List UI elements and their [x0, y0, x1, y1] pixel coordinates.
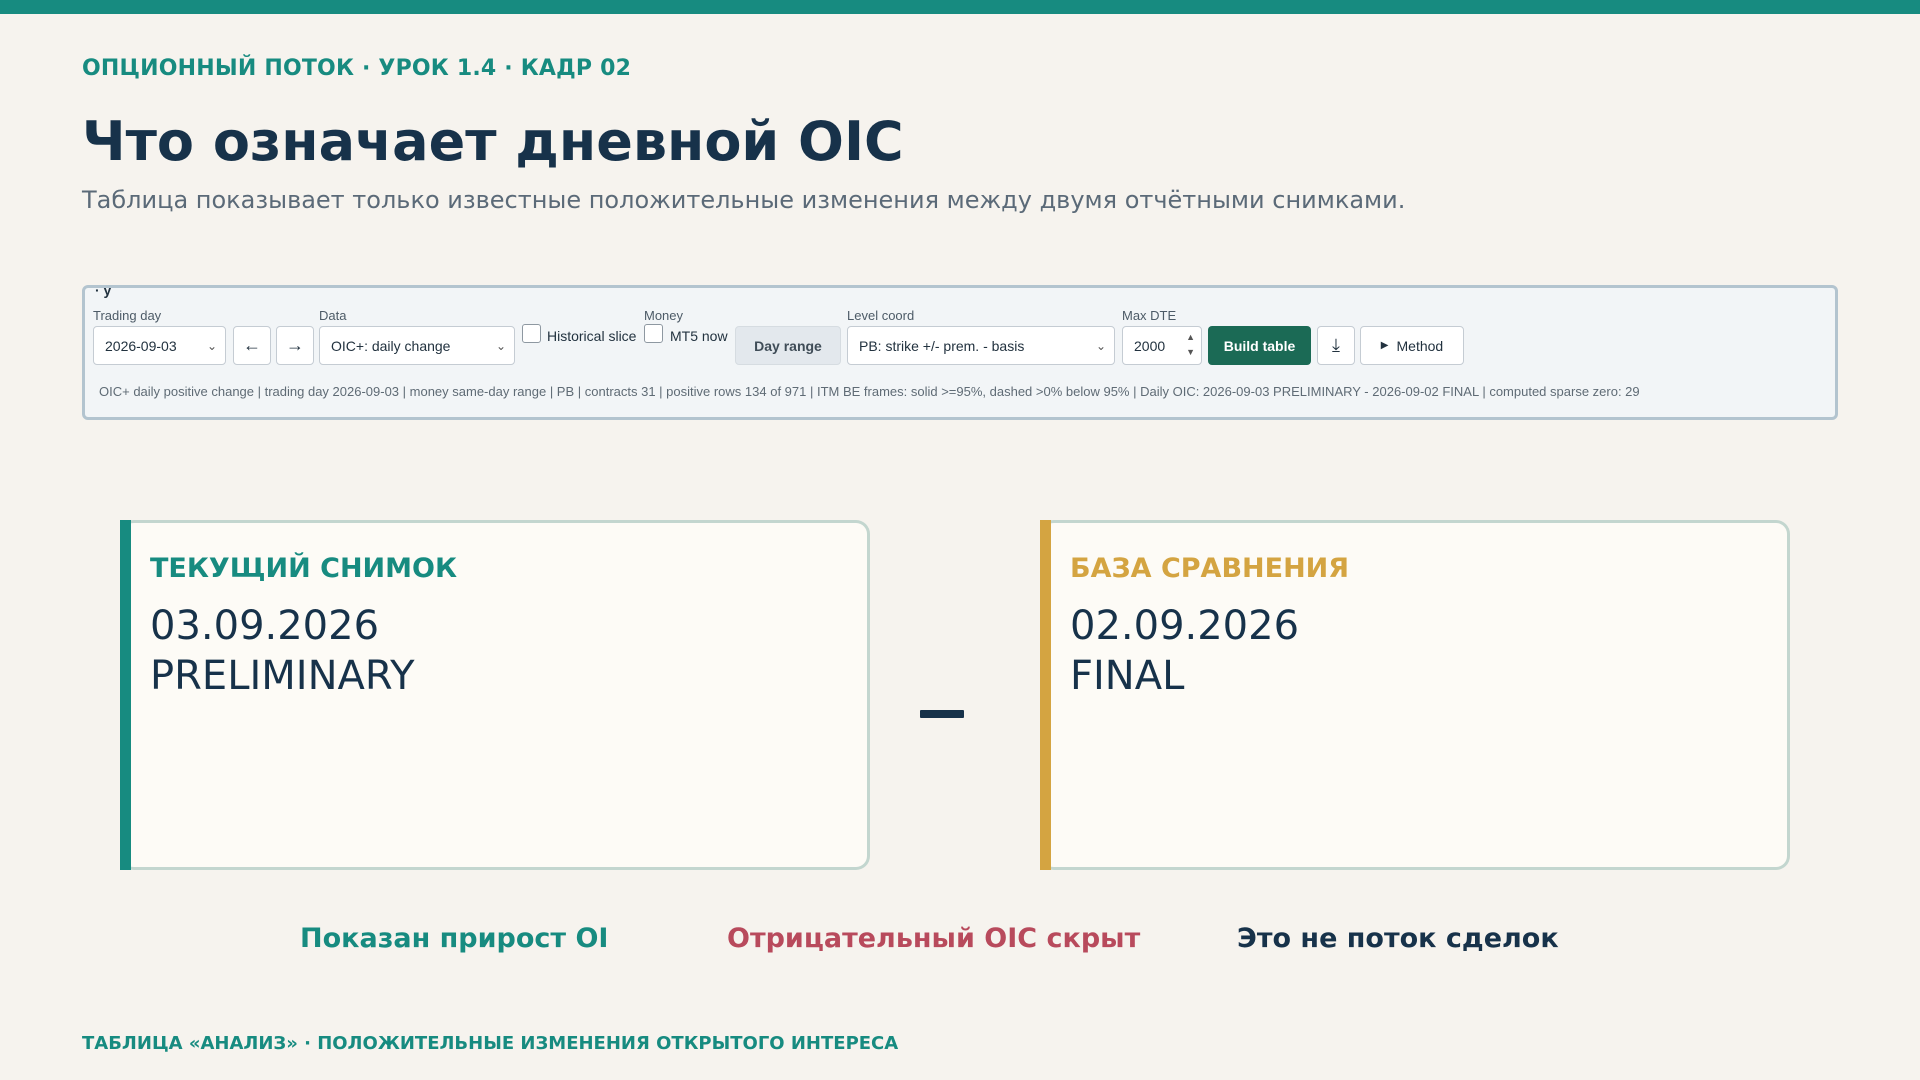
mt5-now-label: MT5 now: [670, 328, 728, 344]
method-button[interactable]: ▶ Method: [1360, 326, 1464, 365]
money-label: Money: [644, 308, 684, 323]
trading-day-select[interactable]: 2026-09-03 ⌄: [93, 326, 226, 365]
base-card-accent: [1040, 520, 1051, 870]
top-accent-bar: [0, 0, 1920, 14]
download-button[interactable]: ⤓: [1317, 326, 1355, 365]
current-snapshot-card: ТЕКУЩИЙ СНИМОК 03.09.2026 PRELIMINARY: [120, 520, 870, 870]
chevron-down-icon: ⌄: [206, 338, 217, 353]
current-card-value: 03.09.2026 PRELIMINARY: [150, 601, 415, 701]
page-title: Что означает дневной OIC: [82, 110, 904, 173]
next-day-button[interactable]: →: [276, 326, 314, 365]
build-table-button[interactable]: Build table: [1208, 326, 1311, 365]
current-card-label: ТЕКУЩИЙ СНИМОК: [150, 553, 458, 584]
panel-clipped-heading: · y: [95, 285, 112, 298]
base-card-value: 02.09.2026 FINAL: [1070, 601, 1299, 701]
chevron-down-icon: ⌄: [1095, 338, 1106, 353]
base-card-status: FINAL: [1070, 653, 1185, 699]
day-range-button[interactable]: Day range: [735, 326, 841, 365]
max-dte-input[interactable]: 2000 ▲ ▼: [1122, 326, 1202, 365]
chevron-down-icon: ⌄: [495, 338, 506, 353]
lesson-kicker: ОПЦИОННЫЙ ПОТОК · УРОК 1.4 · КАДР 02: [82, 56, 632, 81]
point-growth: Показан прирост OI: [300, 923, 609, 954]
caret-right-icon: ▶: [1380, 340, 1389, 351]
prev-day-button[interactable]: ←: [233, 326, 271, 365]
mt5-now-checkbox[interactable]: [644, 324, 663, 343]
level-coord-label: Level coord: [847, 308, 915, 323]
level-coord-value: PB: strike +/- prem. - basis: [859, 337, 1025, 354]
stepper-icon[interactable]: ▲ ▼: [1186, 330, 1195, 360]
comparison-base-card: БАЗА СРАВНЕНИЯ 02.09.2026 FINAL: [1040, 520, 1790, 870]
point-not-flow: Это не поток сделок: [1237, 923, 1559, 954]
current-card-accent: [120, 520, 131, 870]
data-select[interactable]: OIC+: daily change ⌄: [319, 326, 515, 365]
status-line: OIC+ daily positive change | trading day…: [99, 384, 1640, 399]
trading-day-value: 2026-09-03: [105, 337, 177, 354]
trading-day-label: Trading day: [93, 308, 162, 323]
current-card-status: PRELIMINARY: [150, 653, 415, 699]
historical-slice-checkbox[interactable]: [522, 324, 541, 343]
max-dte-value: 2000: [1134, 337, 1166, 354]
control-panel: · y Trading day 2026-09-03 ⌄ ← → Data OI…: [82, 285, 1838, 420]
data-label: Data: [319, 308, 347, 323]
max-dte-label: Max DTE: [1122, 308, 1177, 323]
point-negative-hidden: Отрицательный OIC скрыт: [727, 923, 1141, 954]
level-coord-select[interactable]: PB: strike +/- prem. - basis ⌄: [847, 326, 1115, 365]
download-icon: ⤓: [1332, 335, 1340, 355]
method-label: Method: [1396, 337, 1444, 354]
current-card-date: 03.09.2026: [150, 603, 380, 649]
page-subtitle: Таблица показывает только известные поло…: [82, 186, 1406, 214]
data-value: OIC+: daily change: [331, 337, 451, 354]
historical-slice-label: Historical slice: [547, 328, 637, 344]
base-card-label: БАЗА СРАВНЕНИЯ: [1070, 553, 1350, 584]
footer-caption: ТАБЛИЦА «АНАЛИЗ» · ПОЛОЖИТЕЛЬНЫЕ ИЗМЕНЕН…: [82, 1033, 899, 1054]
minus-sign: [920, 710, 964, 718]
arrow-left-icon: ←: [243, 335, 261, 355]
base-card-date: 02.09.2026: [1070, 603, 1300, 649]
arrow-right-icon: →: [286, 335, 304, 355]
